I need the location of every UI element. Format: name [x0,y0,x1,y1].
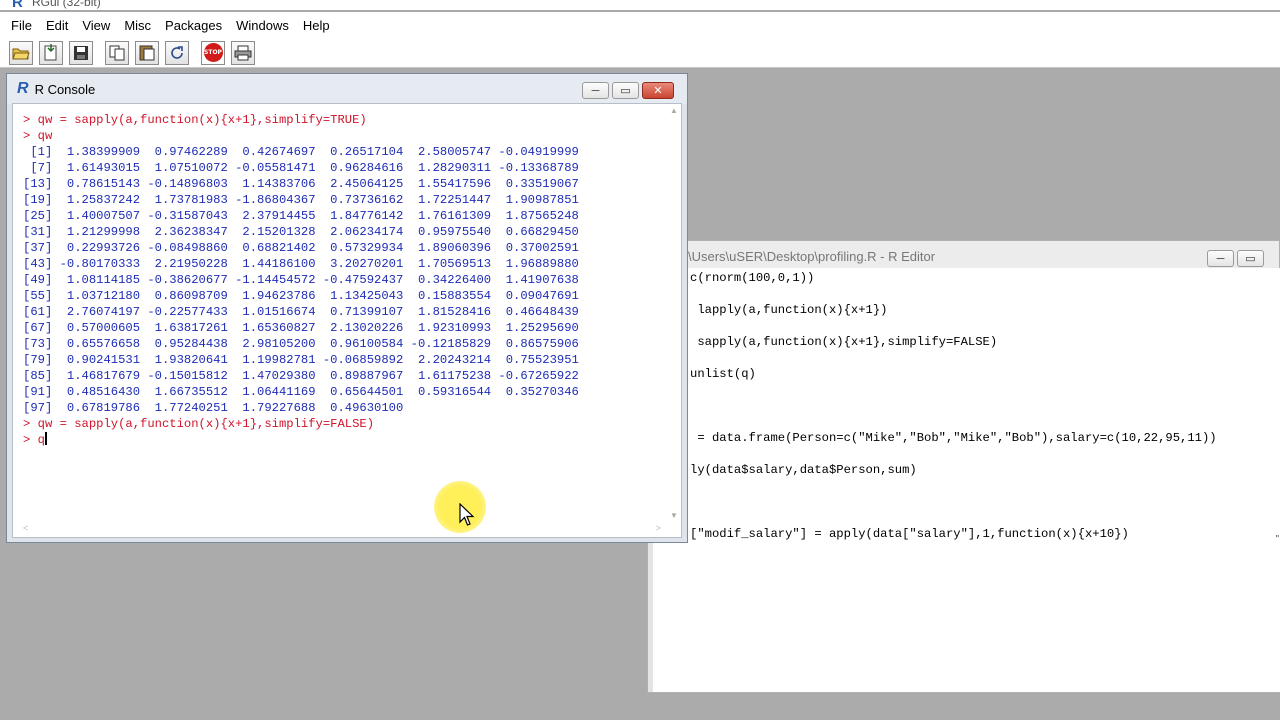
stop-label: STOP [204,49,222,56]
console-output: [1] 1.38399909 0.97462289 0.42674697 0.2… [23,145,579,415]
r-editor-window: \Users\uSER\Desktop\profiling.R - R Edit… [647,240,1280,693]
editor-text-area[interactable]: c(rnorm(100,0,1)) lapply(a,function(x){x… [653,268,1280,692]
console-output-line: [91] 0.48516430 1.66735512 1.06441169 0.… [23,385,579,399]
load-workspace-button[interactable] [39,40,63,65]
menu-view[interactable]: View [77,16,115,35]
console-horizontal-scrollbar[interactable]: < > [13,523,671,537]
console-minimize-button[interactable]: ─ [582,82,609,99]
console-output-line: [55] 1.03712180 0.86098709 1.94623786 1.… [23,289,579,303]
menu-file[interactable]: File [6,16,37,35]
menu-misc[interactable]: Misc [119,16,156,35]
console-output-line: [31] 1.21299998 2.36238347 2.15201328 2.… [23,225,579,239]
editor-title: \Users\uSER\Desktop\profiling.R - R Edit… [688,248,936,264]
console-window-controls: ─ ▭ ✕ [579,82,674,99]
console-input[interactable]: q [38,433,45,447]
console-output-line: [43] -0.80170333 2.21950228 1.44186100 3… [23,257,579,271]
console-command: > qw = sapply(a,function(x){x+1},simplif… [23,113,367,127]
console-close-button[interactable]: ✕ [642,82,674,99]
console-output-area[interactable]: > qw = sapply(a,function(x){x+1},simplif… [12,103,682,538]
app-title: RGui (32-bit) [32,0,101,9]
open-folder-icon [12,48,30,59]
editor-code-line: = data.frame(Person=c("Mike","Bob","Mike… [697,431,1217,445]
scroll-down-icon[interactable]: ▼ [670,511,678,520]
maximize-icon: ▭ [620,85,631,97]
stop-button[interactable]: STOP [201,40,225,65]
console-output-line: [49] 1.08114185 -0.38620677 -1.14454572 … [23,273,579,287]
text-caret [44,432,47,445]
editor-title-bar[interactable]: \Users\uSER\Desktop\profiling.R - R Edit… [648,241,1279,271]
console-output-line: [13] 0.78615143 -0.14896803 1.14383706 2… [23,177,579,191]
console-command: > qw = sapply(a,function(x){x+1},simplif… [23,417,375,431]
console-vertical-scrollbar[interactable]: ▲ ▼ [669,104,681,522]
console-output-line: [61] 2.76074197 -0.22577433 1.01516674 0… [23,305,579,319]
r-logo-icon: R [12,0,23,10]
close-icon: ✕ [653,85,663,97]
editor-code-line: ly(data$salary,data$Person,sum) [690,463,917,477]
paste-button[interactable] [135,40,159,65]
load-file-icon [44,43,57,60]
console-title: R Console [34,81,96,97]
floppy-disk-icon [74,45,88,60]
editor-minimize-button[interactable]: ─ [1207,250,1234,267]
scroll-left-icon[interactable]: < [23,523,28,533]
menu-help[interactable]: Help [298,16,335,35]
console-output-line: [25] 1.40007507 -0.31587043 2.37914455 1… [23,209,579,223]
printer-icon [234,45,252,60]
r-logo-icon: R [17,80,29,97]
app-title-bar: R RGui (32-bit) [0,0,1280,10]
copy-icon [109,45,125,60]
editor-code-line: lapply(a,function(x){x+1}) [697,303,888,317]
console-text[interactable]: > qw = sapply(a,function(x){x+1},simplif… [23,112,579,448]
menu-packages[interactable]: Packages [160,16,227,35]
console-output-line: [7] 1.61493015 1.07510072 -0.05581471 0.… [30,161,579,175]
menu-bar: File Edit View Misc Packages Windows Hel… [0,12,1280,38]
editor-code-line: unlist(q) [690,367,756,381]
scroll-right-icon[interactable]: > [656,523,661,533]
toolbar: STOP [0,38,1280,68]
console-command: > qw [23,129,53,143]
console-output-line: [85] 1.46817679 -0.15015812 1.47029380 0… [23,369,579,383]
clipboard-icon [139,45,155,61]
console-output-line: [19] 1.25837242 1.73781983 -1.86804367 0… [23,193,579,207]
console-output-line: [79] 0.90241531 1.93820641 1.19982781 -0… [23,353,579,367]
console-maximize-button[interactable]: ▭ [612,82,639,99]
editor-code[interactable]: c(rnorm(100,0,1)) lapply(a,function(x){x… [690,270,1217,542]
console-prompt: > [23,433,38,447]
editor-overflow-mark: " [1275,534,1279,545]
open-script-button[interactable] [9,40,33,65]
console-output-line: [97] 0.67819786 1.77240251 1.79227688 0.… [23,401,404,415]
console-output-line: [67] 0.57000605 1.63817261 1.65360827 2.… [23,321,579,335]
editor-code-line: sapply(a,function(x){x+1},simplify=FALSE… [697,335,998,349]
editor-code-line: ["modif_salary"] = apply(data["salary"],… [690,527,1129,541]
maximize-icon: ▭ [1245,253,1256,265]
stop-icon: STOP [203,43,223,62]
minimize-icon: ─ [1216,252,1225,265]
copy-paste-button[interactable] [165,40,189,65]
editor-window-controls: ─ ▭ [1204,250,1264,267]
copy-button[interactable] [105,40,129,65]
refresh-icon [171,45,183,59]
mouse-pointer-icon [459,503,475,526]
menu-edit[interactable]: Edit [41,16,73,35]
editor-code-line: c(rnorm(100,0,1)) [690,271,815,285]
editor-maximize-button[interactable]: ▭ [1237,250,1264,267]
r-console-window: R R Console ─ ▭ ✕ > qw = sapply(a,functi… [6,73,688,543]
console-output-line: [37] 0.22993726 -0.08498860 0.68821402 0… [23,241,579,255]
print-button[interactable] [231,40,255,65]
scroll-up-icon[interactable]: ▲ [670,106,678,115]
console-output-line: [1] 1.38399909 0.97462289 0.42674697 0.2… [30,145,579,159]
console-output-line: [73] 0.65576658 0.95284438 2.98105200 0.… [23,337,579,351]
save-workspace-button[interactable] [69,40,93,65]
menu-windows[interactable]: Windows [231,16,294,35]
minimize-icon: ─ [591,84,600,97]
